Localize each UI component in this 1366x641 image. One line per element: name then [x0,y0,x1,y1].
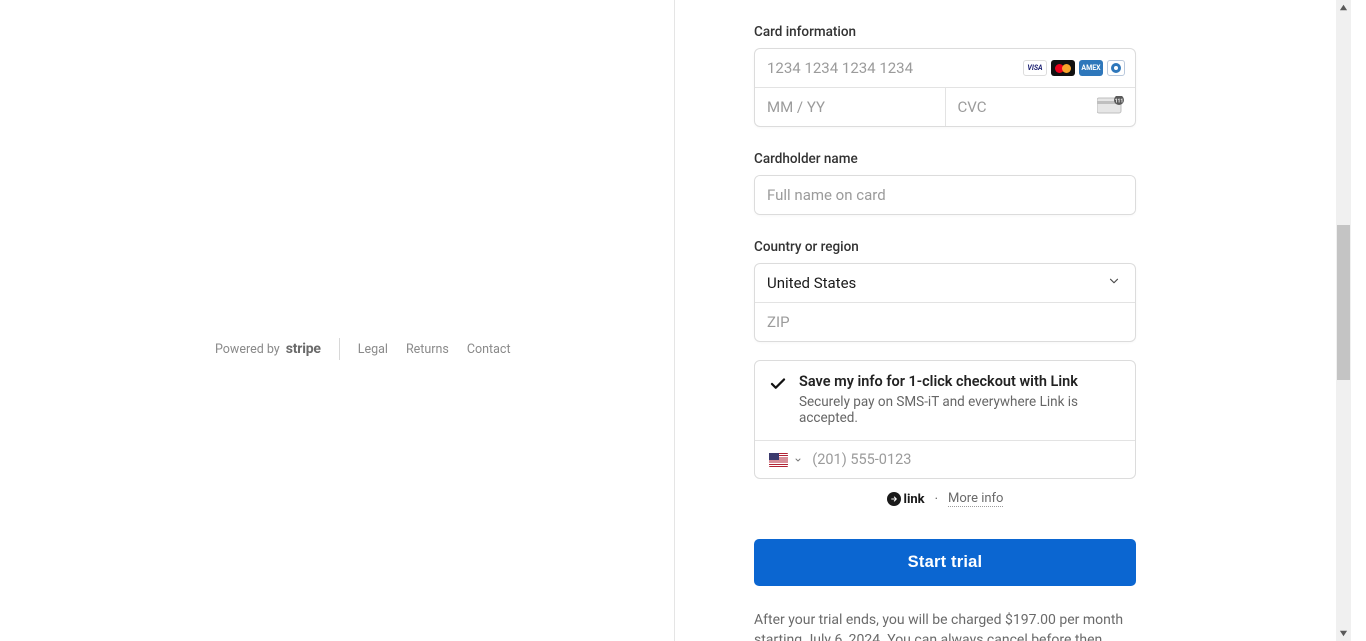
legal-link[interactable]: Legal [358,342,388,357]
link-logo-icon [887,492,901,506]
card-brand-icons: VISA AMEX [1023,60,1125,76]
country-label: Country or region [754,239,1136,255]
summary-pane: Powered by stripe Legal Returns Contact [0,0,675,641]
card-expiry-input[interactable] [755,88,945,126]
link-save-checkbox[interactable] [769,375,787,393]
card-info-label: Card information [754,24,1136,40]
diners-icon [1107,60,1125,76]
scroll-thumb[interactable] [1337,225,1350,380]
scroll-up-button[interactable] [1336,0,1351,15]
returns-link[interactable]: Returns [406,342,449,357]
visa-icon: VISA [1023,60,1047,76]
start-trial-button[interactable]: Start trial [754,539,1136,586]
trial-disclaimer: After your trial ends, you will be charg… [754,610,1136,641]
amex-icon: AMEX [1079,60,1103,76]
link-more-info[interactable]: More info [948,491,1003,507]
scroll-down-button[interactable] [1336,626,1351,641]
svg-text:111: 111 [1115,99,1124,105]
cardholder-label: Cardholder name [754,151,1136,167]
country-field-group: United States [754,263,1136,342]
zip-input[interactable] [755,303,1135,341]
link-brand-text: link [904,492,925,507]
powered-by-stripe[interactable]: Powered by stripe [215,341,321,357]
us-flag-icon[interactable] [769,453,788,467]
cardholder-field [754,175,1136,215]
link-logo: link [887,492,925,507]
stripe-logo: stripe [286,341,321,357]
cvc-card-icon: 111 [1097,96,1125,118]
scrollbar[interactable] [1336,0,1351,641]
link-phone-input[interactable] [812,451,1121,468]
mastercard-icon [1051,60,1075,76]
contact-link[interactable]: Contact [467,342,511,357]
link-save-subtitle: Securely pay on SMS-iT and everywhere Li… [799,394,1121,426]
country-select[interactable]: United States [755,264,1135,302]
divider [339,338,340,360]
payment-pane: Card information VISA AMEX [675,0,1351,641]
phone-country-chevron-icon[interactable] [794,452,802,468]
link-save-box: Save my info for 1-click checkout with L… [754,360,1136,479]
link-save-title: Save my info for 1-click checkout with L… [799,373,1121,390]
cardholder-input[interactable] [755,176,1135,214]
card-number-field: VISA AMEX [755,49,1135,87]
card-field-group: VISA AMEX [754,48,1136,127]
dot-separator: · [935,492,938,507]
powered-by-text: Powered by [215,342,280,357]
footer: Powered by stripe Legal Returns Contact [215,338,511,360]
link-footer: link · More info [754,491,1136,507]
